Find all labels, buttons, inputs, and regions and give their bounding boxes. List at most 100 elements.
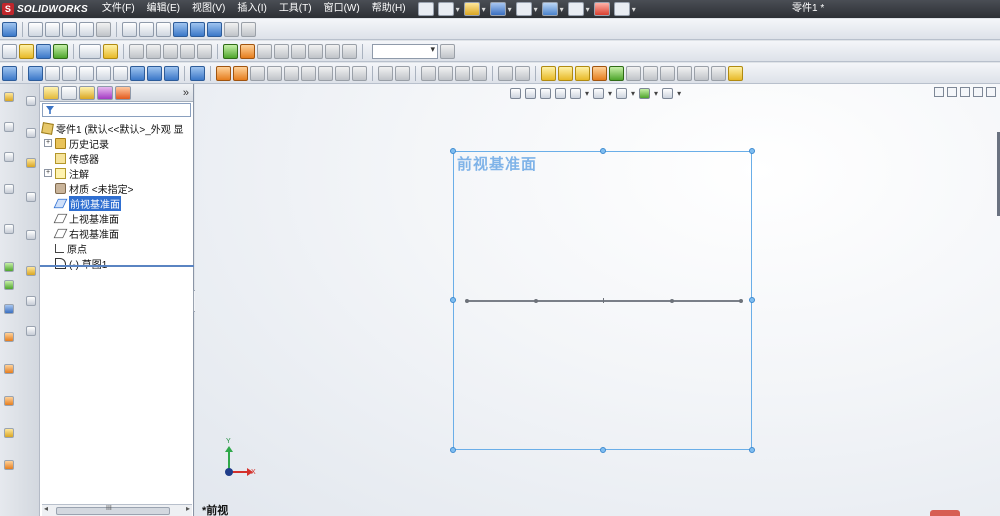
minimize-icon[interactable] <box>960 87 970 97</box>
plane-handle[interactable] <box>749 297 755 303</box>
menu-edit[interactable]: 编辑(E) <box>141 0 186 18</box>
lofted-boss-icon[interactable] <box>267 65 282 81</box>
view-orientation-icon[interactable] <box>570 87 581 99</box>
perspective-icon[interactable] <box>224 21 239 37</box>
options-icon[interactable] <box>613 2 630 16</box>
plane-handle[interactable] <box>450 447 456 453</box>
plane-handle[interactable] <box>600 148 606 154</box>
lights-icon[interactable] <box>274 43 289 59</box>
sketch-point[interactable] <box>670 299 674 303</box>
circular-pattern-icon[interactable] <box>515 65 530 81</box>
revolved-boss-icon[interactable] <box>233 65 248 81</box>
camera-icon[interactable] <box>291 43 306 59</box>
feature-tree-tab-icon[interactable] <box>43 85 59 100</box>
sketch-point[interactable] <box>534 299 538 303</box>
plane-handle[interactable] <box>450 148 456 154</box>
wrap-icon[interactable] <box>472 65 487 81</box>
wireframe-icon[interactable] <box>122 21 137 37</box>
more-tabs-icon[interactable]: » <box>183 87 189 99</box>
redo-dropdown-icon[interactable]: ▾ <box>586 5 590 14</box>
restore-icon[interactable] <box>947 87 957 97</box>
tree-node-sensors[interactable]: 传感器 <box>55 151 99 166</box>
open-icon[interactable] <box>463 2 480 16</box>
revolved-cut-icon[interactable] <box>301 65 316 81</box>
expand-toggle-icon[interactable]: + <box>44 139 52 147</box>
convert-entities-icon[interactable] <box>711 65 726 81</box>
tree-horizontal-scrollbar[interactable]: ◂ III ▸ <box>42 504 192 516</box>
top-view-icon[interactable] <box>96 65 111 81</box>
select-arrow-icon[interactable] <box>79 43 101 59</box>
strip-tool-icon[interactable] <box>4 122 14 132</box>
back-view-icon[interactable] <box>45 65 60 81</box>
sketch-endpoint[interactable] <box>465 299 469 303</box>
make-drawing-icon[interactable] <box>53 43 68 59</box>
save-disk-icon[interactable] <box>36 43 51 59</box>
line-tool-icon[interactable] <box>575 65 590 81</box>
roll-view-icon[interactable] <box>96 21 111 37</box>
material-icon[interactable] <box>257 43 272 59</box>
section-view-icon[interactable] <box>555 87 566 99</box>
sketch-endpoint[interactable] <box>739 299 743 303</box>
pan-icon[interactable] <box>79 21 94 37</box>
strip-tool-icon[interactable] <box>4 460 14 470</box>
zoom-area-icon[interactable] <box>525 87 536 99</box>
configuration-select[interactable] <box>372 43 438 59</box>
property-manager-tab-icon[interactable] <box>61 85 77 100</box>
menu-window[interactable]: 窗口(W) <box>318 0 366 18</box>
strip-tool-icon[interactable] <box>4 152 14 162</box>
strip-tool-icon[interactable] <box>4 224 14 234</box>
hole-wizard-icon[interactable] <box>438 65 453 81</box>
strip-tool-icon[interactable] <box>4 396 14 406</box>
edit-appearance-icon[interactable] <box>129 43 144 59</box>
previous-view-icon[interactable] <box>540 87 551 99</box>
dropdown-icon[interactable]: ▾ <box>585 89 589 98</box>
menu-file[interactable]: 文件(F) <box>96 0 141 18</box>
apply-scene-icon[interactable] <box>662 87 674 99</box>
front-plane-outline[interactable]: 前视基准面 <box>450 148 755 453</box>
print-icon[interactable] <box>515 2 532 16</box>
configuration-manager-tab-icon[interactable] <box>79 85 95 100</box>
trimetric-view-icon[interactable] <box>147 65 162 81</box>
expand-toggle-icon[interactable]: + <box>44 169 52 177</box>
mirror-tool-icon[interactable] <box>694 65 709 81</box>
tree-node-top-plane[interactable]: 上视基准面 <box>53 211 119 226</box>
sketch-grid-icon[interactable] <box>197 43 212 59</box>
tree-node-sketch1[interactable]: (-) 草图1 <box>55 256 107 271</box>
linear-pattern-icon[interactable] <box>498 65 513 81</box>
hidden-lines-removed-icon[interactable] <box>156 21 171 37</box>
dropdown-icon[interactable]: ▾ <box>631 89 635 98</box>
scroll-left-icon[interactable]: ◂ <box>44 504 48 513</box>
graphics-area[interactable]: ▾ ▾ ▾ ▾ ▾ 前视基准面 Y X *前视 <box>195 84 1000 516</box>
display-manager-tab-icon[interactable] <box>115 85 131 100</box>
reference-geometry-icon[interactable] <box>352 65 367 81</box>
normal-to-icon[interactable] <box>190 65 205 81</box>
zoom-to-fit-icon[interactable] <box>28 21 43 37</box>
display-relations-icon[interactable] <box>728 65 743 81</box>
pin-icon[interactable] <box>417 2 434 16</box>
tile-icon[interactable] <box>934 87 944 97</box>
rollback-bar[interactable] <box>40 265 194 267</box>
left-view-icon[interactable] <box>62 65 77 81</box>
extruded-cut-icon[interactable] <box>284 65 299 81</box>
fillet-icon[interactable] <box>318 65 333 81</box>
strip-tool-icon[interactable] <box>4 332 14 342</box>
filter-icon[interactable] <box>440 43 455 59</box>
save-icon[interactable] <box>489 2 506 16</box>
right-view-icon[interactable] <box>79 65 94 81</box>
chamfer-icon[interactable] <box>335 65 350 81</box>
new-dropdown-icon[interactable]: ▾ <box>456 5 460 14</box>
feature-tree-filter[interactable] <box>42 103 191 117</box>
circle-tool-icon[interactable] <box>609 65 624 81</box>
sketch-relation-icon[interactable] <box>2 21 17 37</box>
strip-tool-icon[interactable] <box>26 128 36 138</box>
display-style-icon[interactable] <box>593 87 605 99</box>
reference-triad[interactable]: Y X <box>219 438 259 478</box>
strip-tool-icon[interactable] <box>4 304 14 314</box>
strip-tool-icon[interactable] <box>4 92 14 102</box>
scroll-thumb[interactable] <box>56 507 170 515</box>
dropdown-icon[interactable]: ▾ <box>654 89 658 98</box>
sketch-line[interactable] <box>466 300 742 302</box>
trim-tool-icon[interactable] <box>660 65 675 81</box>
new-document-icon[interactable] <box>437 2 454 16</box>
save-dropdown-icon[interactable]: ▾ <box>508 5 512 14</box>
